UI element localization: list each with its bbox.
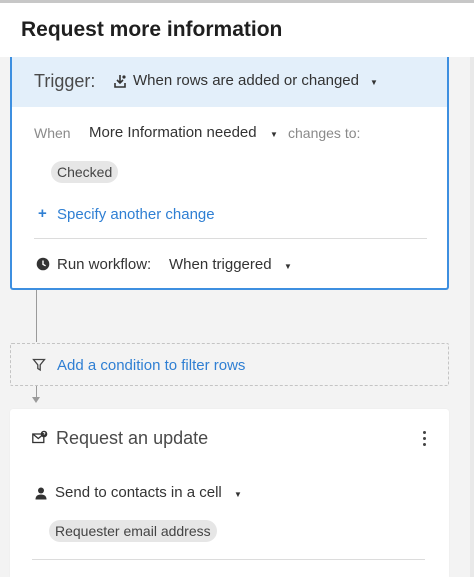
action-title: Request an update [56, 428, 209, 448]
trigger-header[interactable]: Trigger: When rows are added or changed … [12, 57, 447, 107]
column-dropdown[interactable]: More Information needed [89, 124, 257, 141]
scroll-track[interactable] [470, 57, 474, 577]
changed-value-chip[interactable]: Checked [51, 161, 119, 183]
specify-another-change-link[interactable]: Specify another change [57, 206, 215, 223]
trigger-label: Trigger: [34, 71, 96, 91]
page-title: Request more information [21, 18, 283, 41]
run-workflow-label: Run workflow: [57, 256, 152, 273]
trigger-type-dropdown[interactable]: When rows are added or changed [133, 72, 359, 89]
divider [32, 559, 425, 560]
chevron-down-icon[interactable]: ▼ [234, 490, 242, 499]
more-icon[interactable] [420, 429, 430, 449]
filter-icon [32, 358, 46, 372]
chevron-down-icon[interactable]: ▼ [370, 78, 378, 87]
send-to-dropdown[interactable]: Send to contacts in a cell [55, 484, 222, 501]
add-condition-block[interactable]: Add a condition to filter rows [10, 343, 449, 386]
page-header: Request more information [0, 3, 474, 57]
chevron-down-icon[interactable]: ▼ [270, 130, 278, 139]
divider [34, 238, 427, 239]
action-block[interactable]: Request an update Send to contacts in a … [10, 409, 449, 577]
contact-column-chip[interactable]: Requester email address [49, 520, 217, 542]
changes-to-label: changes to: [288, 125, 361, 141]
when-label: When [34, 125, 71, 141]
mail-icon [32, 430, 48, 444]
chevron-down-icon[interactable]: ▼ [284, 262, 292, 271]
trigger-block[interactable]: Trigger: When rows are added or changed … [10, 57, 449, 290]
arrow-down-icon [32, 397, 40, 403]
clock-icon [36, 257, 50, 271]
plus-icon[interactable]: + [38, 205, 47, 222]
trigger-icon [114, 75, 126, 88]
add-condition-link[interactable]: Add a condition to filter rows [57, 357, 245, 374]
person-icon [35, 487, 47, 500]
run-workflow-dropdown[interactable]: When triggered [169, 256, 272, 273]
connector-line [36, 290, 37, 342]
